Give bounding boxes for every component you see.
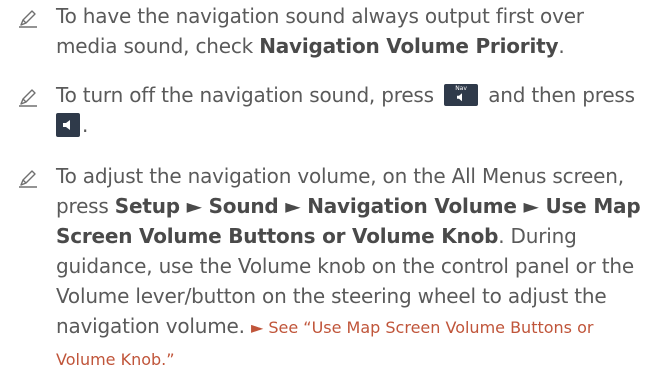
note-text-part: . — [558, 34, 565, 58]
speaker-icon — [63, 120, 70, 130]
pencil-icon — [19, 170, 37, 188]
note-text: To adjust the navigation volume, on the … — [56, 161, 650, 375]
note-text-part: To turn off the navigation sound, press — [56, 83, 441, 107]
pencil-icon — [19, 10, 37, 28]
note-text: To have the navigation sound always outp… — [56, 1, 650, 61]
nav-button-label: Nav — [455, 85, 467, 92]
mute-button[interactable] — [56, 113, 80, 137]
speaker-icon — [457, 93, 463, 102]
pencil-icon — [19, 89, 37, 107]
nav-button[interactable]: Nav — [444, 84, 479, 106]
note-text-part: . — [82, 113, 89, 137]
note-text: To turn off the navigation sound, press … — [56, 80, 650, 140]
setting-name: Navigation Volume Priority — [259, 34, 559, 58]
note-text-part: and then press — [482, 83, 635, 107]
